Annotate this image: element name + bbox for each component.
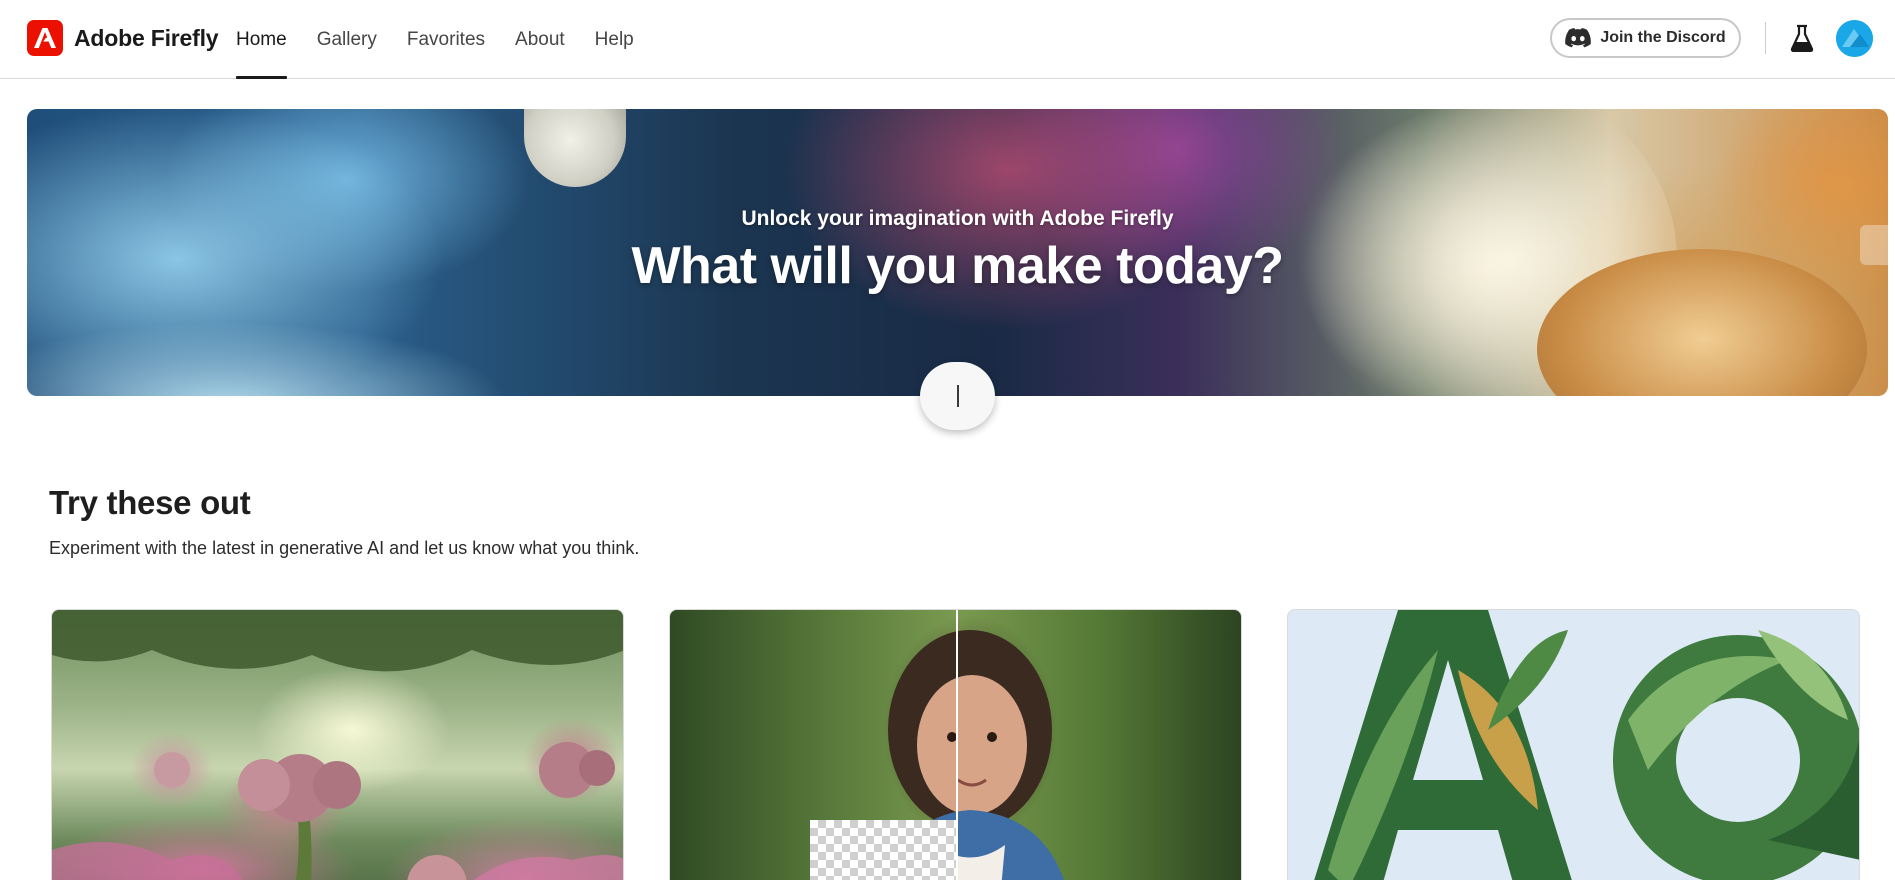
nav-tab-favorites[interactable]: Favorites [407,0,485,79]
join-discord-button[interactable]: Join the Discord [1550,18,1741,58]
hero-subtitle: Unlock your imagination with Adobe Firef… [741,207,1174,230]
hero-title: What will you make today? [631,237,1284,295]
fantasy-garden-image [52,610,623,880]
header-divider [1765,22,1766,54]
main-nav: Home Gallery Favorites About Help [236,0,664,79]
nav-tab-about[interactable]: About [515,0,565,79]
beaker-icon[interactable] [1789,24,1815,53]
hero-banner: Unlock your imagination with Adobe Firef… [27,109,1888,396]
hero-art-moon [524,109,626,187]
avatar[interactable] [1836,20,1873,57]
nav-tab-gallery[interactable]: Gallery [317,0,377,79]
feature-card-generative-fill[interactable] [669,609,1242,880]
join-discord-label: Join the Discord [1600,29,1726,46]
text-caret [956,385,959,407]
prompt-input[interactable] [920,362,995,430]
compare-divider[interactable] [956,610,958,880]
feature-card-text-effects[interactable] [1287,609,1860,880]
discord-icon [1565,28,1592,48]
brand[interactable]: Adobe Firefly [27,20,219,56]
brand-name: Adobe Firefly [74,24,219,51]
feature-card-text-to-image[interactable] [51,609,624,880]
nav-tab-help[interactable]: Help [595,0,634,79]
adobe-logo-icon [27,20,63,56]
section-description: Experiment with the latest in generative… [49,538,640,558]
top-navigation-bar: Adobe Firefly Home Gallery Favorites Abo… [0,0,1895,79]
leafy-letters-image [1314,610,1859,880]
nav-tab-home[interactable]: Home [236,0,287,79]
section-title: Try these out [49,484,251,521]
transparency-grid [810,820,956,880]
